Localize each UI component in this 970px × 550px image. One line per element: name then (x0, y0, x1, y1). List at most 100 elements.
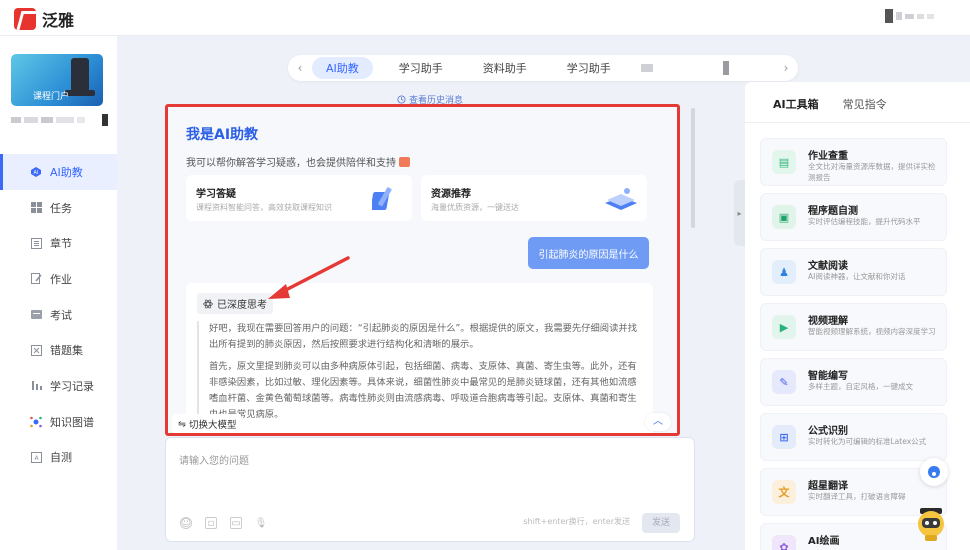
tab-common-commands[interactable]: 常见指令 (843, 96, 887, 112)
chat-scrollbar[interactable] (691, 108, 695, 228)
svg-text:AI: AI (34, 170, 39, 176)
exam-icon (30, 309, 42, 321)
feature-card-qa[interactable]: 学习答疑 课程资料智能问答，高效获取课程知识 (186, 175, 412, 221)
question-input-box[interactable]: 请输入您的问题 ☺ ▫ ▭ 🎙︎ shift+enter换行，enter发送 发… (165, 437, 695, 542)
gift-icon (399, 157, 411, 167)
image-icon[interactable]: ▫ (205, 517, 217, 529)
toolbox-tabs: AI工具箱 常见指令 (773, 96, 887, 112)
switch-model-button[interactable]: ⇋ 切换大模型 (172, 414, 243, 433)
tab-blurred-2[interactable] (722, 61, 729, 75)
video-icon: ▶ (772, 315, 796, 339)
sidebar-item-label: 章节 (50, 237, 72, 251)
sidebar-item-ai-assistant[interactable]: AI AI助教 (0, 154, 117, 190)
chevron-left-icon[interactable]: ‹ (294, 61, 306, 75)
tool-title: 作业查重 (808, 151, 848, 162)
tab-ai-toolbox[interactable]: AI工具箱 (773, 96, 819, 112)
course-cover[interactable]: 课程门户 (11, 54, 103, 106)
microphone-icon[interactable]: 🎙︎ (255, 517, 268, 529)
tool-title: 智能编写 (808, 371, 848, 382)
sidebar-item-chapters[interactable]: 章节 (0, 225, 117, 261)
formula-icon: ⊞ (772, 425, 796, 449)
panel-collapse-handle[interactable]: ▸ (734, 180, 745, 246)
tab-learning-assistant[interactable]: 学习助手 (385, 57, 457, 79)
help-float-icon[interactable] (920, 458, 948, 486)
sidebar-item-knowledge-graph[interactable]: 知识图谱 (0, 404, 117, 440)
tool-desc: 全文比对海量资源库数据，提供详实检测报告 (808, 162, 936, 182)
tool-desc: 多样主题，自定风格，一键成文 (808, 382, 913, 391)
sidebar-nav: AI AI助教 任务 章节 作业 考试 错题集 学习记录 知识图谱 A 自测 (0, 154, 117, 475)
assistant-title: 我是AI助教 (186, 127, 259, 143)
tool-title: 程序题自测 (808, 206, 858, 217)
sidebar-item-label: 知识图谱 (50, 415, 94, 429)
assistant-subtitle: 我可以帮你解答学习疑惑，也会提供陪伴和支持 (186, 154, 411, 169)
sidebar-item-label: 学习记录 (50, 379, 94, 393)
clock-icon (397, 95, 406, 104)
sidebar-item-label: 作业 (50, 272, 72, 286)
deep-think-label: 已深度思考 (217, 300, 267, 311)
tool-formula-recognition[interactable]: ⊞ 公式识别 实时转化为可编辑的标准Latex公式 (760, 413, 947, 461)
list-icon (30, 237, 42, 249)
microscope-icon (65, 58, 95, 96)
thinking-content: 好吧，我现在需要回答用户的问题：“引起肺炎的原因是什么”。根据提供的原文，我需要… (197, 321, 641, 429)
sidebar-item-label: AI助教 (50, 165, 83, 179)
tool-literature-reading[interactable]: ♟ 文献阅读 AI阅读神器，让文献和你对话 (760, 248, 947, 296)
question-input-placeholder: 请输入您的问题 (179, 456, 249, 467)
answer-paragraph: 首先，原文里提到肺炎可以由多种病原体引起，包括细菌、病毒、支原体、真菌、寄生虫等… (209, 361, 637, 420)
feature-title: 学习答疑 (196, 189, 236, 200)
sidebar-item-label: 自测 (50, 451, 72, 465)
deep-think-toggle[interactable]: 已深度思考 (197, 293, 273, 314)
logo-icon (14, 8, 36, 30)
app-name: 泛雅 (42, 11, 75, 30)
sidebar-item-self-test[interactable]: A 自测 (0, 440, 117, 476)
tool-title: 公式识别 (808, 426, 848, 437)
feature-card-resources[interactable]: 资源推荐 海量优质资源，一键送达 (421, 175, 647, 221)
sidebar-item-label: 考试 (50, 308, 72, 322)
folder-icon[interactable]: ▭ (230, 517, 242, 529)
answer-paragraph: 好吧，我现在需要回答用户的问题：“引起肺炎的原因是什么”。根据提供的原文，我需要… (209, 323, 637, 350)
tool-plagiarism-check[interactable]: ▤ 作业查重 全文比对海量资源库数据，提供详实检测报告 (760, 138, 947, 186)
tool-smart-writing[interactable]: ✎ 智能编写 多样主题，自定风格，一键成文 (760, 358, 947, 406)
course-name-blurred (11, 114, 108, 126)
tool-desc: 智能视频理解系统，视频内容深度学习 (808, 327, 936, 336)
code-icon: ▣ (772, 205, 796, 229)
chevron-right-icon[interactable]: › (780, 61, 792, 75)
tab-material-assistant[interactable]: 资料助手 (469, 57, 541, 79)
app-logo[interactable]: 泛雅 (14, 7, 74, 31)
tool-desc: 实时转化为可编辑的标准Latex公式 (808, 437, 927, 446)
course-card-label: 课程门户 (33, 92, 70, 102)
sidebar-item-mistakes[interactable]: 错题集 (0, 332, 117, 368)
feature-title: 资源推荐 (431, 189, 471, 200)
self-test-icon: A (30, 451, 42, 463)
emoji-icon[interactable]: ☺ (180, 517, 192, 529)
sidebar-item-homework[interactable]: 作业 (0, 261, 117, 297)
doc-check-icon: ▤ (772, 150, 796, 174)
sidebar-item-label: 任务 (50, 201, 72, 215)
edit-icon (30, 273, 42, 285)
send-button[interactable]: 发送 (642, 513, 680, 533)
reader-icon: ♟ (772, 260, 796, 284)
sidebar-item-learning-record[interactable]: 学习记录 (0, 368, 117, 404)
paint-icon: ✿ (772, 535, 796, 550)
translate-icon: 文 (772, 480, 796, 504)
robot-assistant-icon[interactable] (912, 504, 950, 542)
record-icon (30, 380, 42, 392)
open-book-icon (605, 188, 637, 210)
tool-desc: 实时评估编程技能，提升代码水平 (808, 217, 921, 226)
sidebar-item-tasks[interactable]: 任务 (0, 190, 117, 226)
tool-title: 文献阅读 (808, 261, 848, 272)
tool-program-self-test[interactable]: ▣ 程序题自测 实时评估编程技能，提升代码水平 (760, 193, 947, 241)
pen-book-icon (372, 187, 392, 210)
sidebar-item-exam[interactable]: 考试 (0, 297, 117, 333)
tool-title: AI绘画 (808, 536, 840, 547)
tab-ai-assistant[interactable]: AI助教 (312, 57, 373, 79)
tab-blurred[interactable] (640, 64, 653, 72)
input-hint: shift+enter换行，enter发送 (523, 517, 630, 526)
user-avatar-blurred[interactable] (885, 9, 934, 23)
grid-icon (30, 202, 42, 214)
chevron-up-icon[interactable]: ︿ (645, 413, 671, 431)
divider (745, 122, 970, 123)
assistant-tabs: ‹ AI助教 学习助手 资料助手 学习助手 › (288, 55, 798, 81)
sidebar-item-label: 错题集 (50, 344, 83, 358)
tab-learning-assistant-2[interactable]: 学习助手 (553, 57, 625, 79)
tool-video-understanding[interactable]: ▶ 视频理解 智能视频理解系统，视频内容深度学习 (760, 303, 947, 351)
